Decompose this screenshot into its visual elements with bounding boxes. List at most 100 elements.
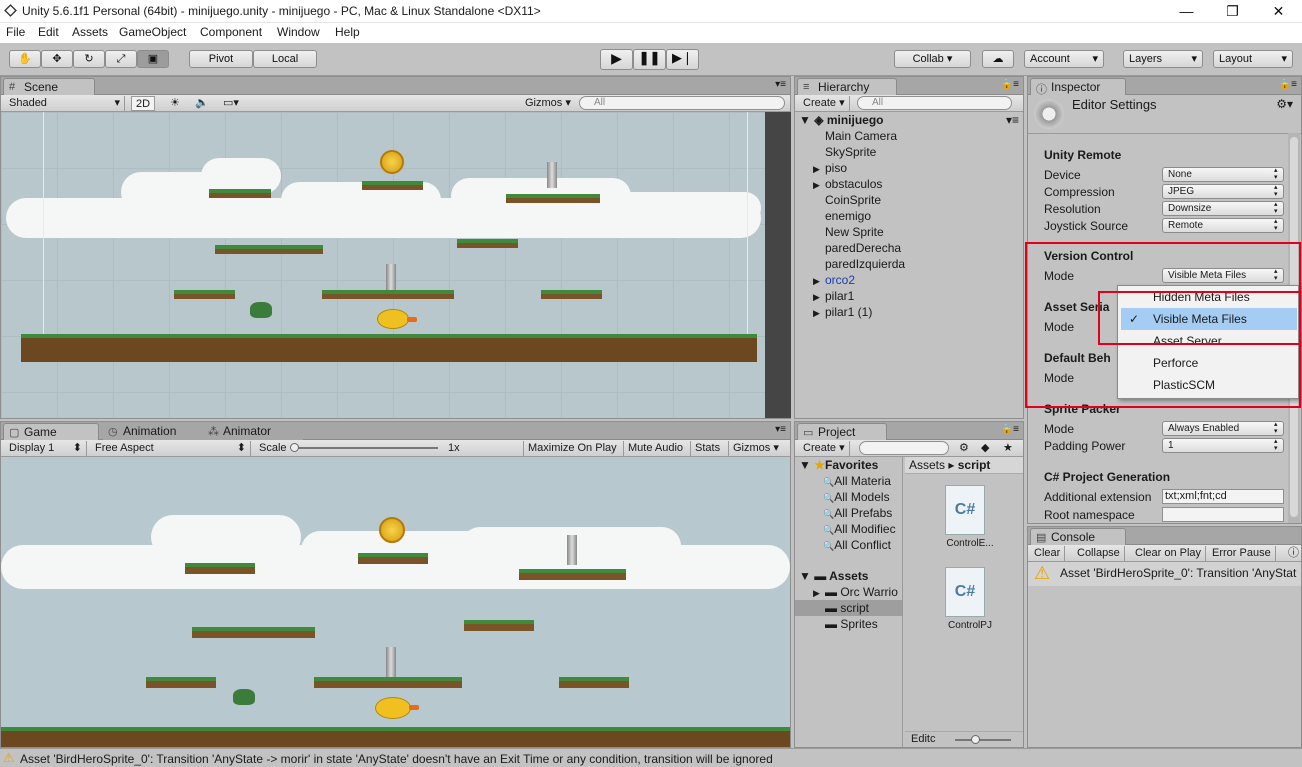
hierarchy-item[interactable]: ▶ pilar1 xyxy=(813,288,854,304)
sprite-mode-dropdown[interactable]: Always Enabled xyxy=(1162,421,1284,436)
close-button[interactable]: ✕ xyxy=(1256,0,1301,23)
filter-type-icon[interactable]: ⚙ xyxy=(955,441,973,456)
console-log-entry[interactable]: ⚠ Asset 'BirdHeroSprite_0': Transition '… xyxy=(1028,562,1301,586)
project-search-input[interactable] xyxy=(859,441,949,455)
assets-header[interactable]: ▼ ▬ Assets xyxy=(799,568,868,584)
tab-game[interactable]: ▢ Game xyxy=(3,423,99,440)
hierarchy-item[interactable]: Main Camera xyxy=(813,128,897,144)
game-viewport[interactable] xyxy=(1,457,790,747)
hierarchy-item[interactable]: ▶ orco2 xyxy=(813,272,855,288)
mute-audio-toggle[interactable]: Mute Audio xyxy=(623,441,687,456)
expand-arrow-icon[interactable]: ▶ xyxy=(813,305,825,321)
settings-gear-icon[interactable]: ⚙▾ xyxy=(1276,97,1293,111)
scene-gizmos-dropdown[interactable]: Gizmos ▾ xyxy=(521,96,575,111)
breadcrumb-assets[interactable]: Assets xyxy=(909,458,945,472)
hierarchy-create-dropdown[interactable]: Create ▾ xyxy=(799,96,850,111)
mode-2d-toggle[interactable]: 2D xyxy=(131,96,156,111)
lock-icon[interactable]: 🔒≡ xyxy=(1001,424,1019,435)
play-button[interactable]: ▶ xyxy=(600,49,633,70)
scale-slider-handle[interactable] xyxy=(290,443,299,452)
remote-setting-dropdown[interactable]: None xyxy=(1162,167,1284,182)
breadcrumb-script[interactable]: script xyxy=(958,458,991,472)
tab-scene[interactable]: # Scene xyxy=(3,78,95,95)
csharp-file-icon[interactable]: C# xyxy=(945,567,985,617)
stats-toggle[interactable]: Stats xyxy=(690,441,724,456)
remote-setting-dropdown[interactable]: Remote xyxy=(1162,218,1284,233)
cloud-icon[interactable]: ☁ xyxy=(982,50,1014,68)
asset-folder[interactable]: ▶ ▬ Orc Warrio xyxy=(795,584,902,600)
console-clear-on-play-button[interactable]: Clear on Play xyxy=(1131,546,1207,561)
menu-file[interactable]: File xyxy=(6,25,25,39)
menu-edit[interactable]: Edit xyxy=(38,25,59,39)
console-clear-button[interactable]: Clear xyxy=(1030,546,1066,561)
file-label[interactable]: ControlPJ xyxy=(935,620,1005,631)
lighting-icon[interactable]: ☀ xyxy=(166,96,184,111)
favorite-item[interactable]: 🔍All Materia xyxy=(823,473,891,489)
padding-power-dropdown[interactable]: 1 xyxy=(1162,438,1284,453)
menu-component[interactable]: Component xyxy=(200,25,262,39)
icon-size-slider[interactable] xyxy=(955,739,1011,741)
tab-animator[interactable]: ⁂ Animator xyxy=(203,423,303,440)
console-collapse-button[interactable]: Collapse xyxy=(1073,546,1125,561)
project-create-dropdown[interactable]: Create ▾ xyxy=(799,441,850,456)
expand-arrow-icon[interactable]: ▶ xyxy=(813,161,825,177)
panel-menu-icon[interactable]: ▾≡ xyxy=(775,424,786,435)
display-dropdown[interactable]: Display 1 ⬍ xyxy=(5,441,87,456)
hierarchy-item[interactable]: paredIzquierda xyxy=(813,256,905,272)
extensions-input[interactable]: txt;xml;fnt;cd xyxy=(1162,489,1284,504)
lock-icon[interactable]: 🔒≡ xyxy=(1001,79,1019,90)
remote-setting-dropdown[interactable]: Downsize xyxy=(1162,201,1284,216)
hierarchy-item[interactable]: ▶ obstaculos xyxy=(813,176,882,192)
collab-button[interactable]: Collab ▾ xyxy=(894,50,971,68)
scale-slider[interactable] xyxy=(293,447,438,449)
favorite-item[interactable]: 🔍All Prefabs xyxy=(823,505,892,521)
expand-arrow-icon[interactable]: ▶ xyxy=(813,273,825,289)
panel-menu-icon[interactable]: ▾≡ xyxy=(775,79,786,90)
hierarchy-item[interactable]: enemigo xyxy=(813,208,871,224)
layout-dropdown[interactable]: Layout ▾ xyxy=(1213,50,1293,68)
asset-folder[interactable]: ▬ Sprites xyxy=(795,616,902,632)
favorite-item[interactable]: 🔍All Conflict xyxy=(823,537,891,553)
maximize-button[interactable]: ❐ xyxy=(1210,0,1255,23)
file-label[interactable]: ControlE... xyxy=(935,538,1005,549)
menu-window[interactable]: Window xyxy=(277,25,320,39)
expand-arrow-icon[interactable]: ▶ xyxy=(813,289,825,305)
scene-viewport[interactable] xyxy=(1,112,765,418)
aspect-dropdown[interactable]: Free Aspect ⬍ xyxy=(91,441,251,456)
favorite-star-icon[interactable]: ★ xyxy=(999,441,1017,456)
local-toggle[interactable]: Local xyxy=(253,50,317,68)
hierarchy-item[interactable]: CoinSprite xyxy=(813,192,881,208)
rotate-tool-icon[interactable]: ↻ xyxy=(73,50,105,68)
minimize-button[interactable]: — xyxy=(1164,0,1209,23)
hierarchy-item[interactable]: ▶ piso xyxy=(813,160,847,176)
remote-setting-dropdown[interactable]: JPEG xyxy=(1162,184,1284,199)
hierarchy-item[interactable]: paredDerecha xyxy=(813,240,901,256)
tab-animation[interactable]: ◷ Animation xyxy=(103,423,203,440)
hierarchy-search-input[interactable]: All xyxy=(857,96,1012,110)
tab-console[interactable]: ▤ Console xyxy=(1030,528,1126,545)
hierarchy-item[interactable]: SkySprite xyxy=(813,144,876,160)
game-gizmos-dropdown[interactable]: Gizmos ▾ xyxy=(728,441,783,456)
shading-dropdown[interactable]: Shaded ▾ xyxy=(5,96,125,111)
pause-button[interactable]: ❚❚ xyxy=(633,49,666,70)
hierarchy-item[interactable]: ▶ pilar1 (1) xyxy=(813,304,872,320)
step-button[interactable]: ▶❘ xyxy=(666,49,699,70)
menu-gameobject[interactable]: GameObject xyxy=(119,25,186,39)
tab-project[interactable]: ▭ Project xyxy=(797,423,887,440)
console-error-pause-button[interactable]: Error Pause xyxy=(1208,546,1276,561)
scene-search-input[interactable]: All xyxy=(579,96,785,110)
move-tool-icon[interactable]: ✥ xyxy=(41,50,73,68)
account-dropdown[interactable]: Account ▾ xyxy=(1024,50,1104,68)
lock-icon[interactable]: 🔒≡ xyxy=(1279,79,1297,90)
effects-icon[interactable]: ▭▾ xyxy=(219,96,243,111)
tab-inspector[interactable]: ⓘ Inspector xyxy=(1030,78,1126,96)
hierarchy-scene-root[interactable]: ▼ ◈ minijuego ▾≡ xyxy=(799,112,1023,128)
maximize-on-play-toggle[interactable]: Maximize On Play xyxy=(523,441,621,456)
scale-tool-icon[interactable]: ⤢ xyxy=(105,50,137,68)
favorites-header[interactable]: ▼ ★Favorites xyxy=(799,457,878,473)
root-namespace-input[interactable] xyxy=(1162,507,1284,522)
hierarchy-item[interactable]: New Sprite xyxy=(813,224,884,240)
audio-icon[interactable]: 🔈 xyxy=(191,96,213,111)
rect-tool-icon[interactable]: ▣ xyxy=(137,50,169,68)
asset-folder[interactable]: ▬ script xyxy=(795,600,902,616)
